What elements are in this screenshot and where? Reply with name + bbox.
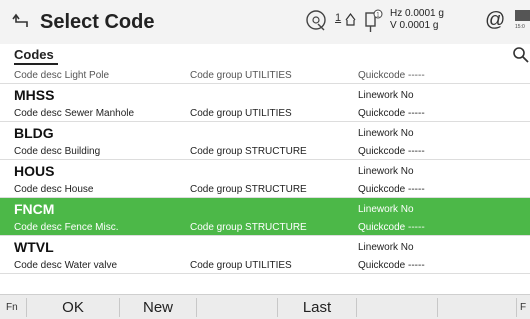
hz-v-readout: Hz 0.0001 g V 0.0001 g bbox=[390, 8, 444, 32]
linework: Linework No bbox=[358, 90, 414, 101]
softkey-empty-6[interactable] bbox=[438, 295, 516, 319]
f-key[interactable]: F bbox=[520, 295, 526, 319]
code-group: Code group STRUCTURE bbox=[190, 222, 307, 233]
tilt-sensor-icon[interactable]: 1 bbox=[362, 8, 384, 34]
code-desc: Code desc Sewer Manhole bbox=[14, 108, 135, 119]
linework: Linework No bbox=[358, 204, 414, 215]
code-desc: Code desc Water valve bbox=[14, 260, 118, 271]
code-name: FNCM bbox=[14, 201, 55, 217]
tab-codes[interactable]: Codes bbox=[14, 47, 54, 62]
code-name: HOUS bbox=[14, 163, 55, 179]
prism-indicator[interactable]: 1 bbox=[335, 10, 357, 32]
quickcode: Quickcode ----- bbox=[358, 184, 425, 195]
quickcode: Quickcode ----- bbox=[358, 146, 425, 157]
code-group: Code group UTILITIES bbox=[190, 260, 292, 271]
code-list[interactable]: Code desc Light Pole Code group UTILITIE… bbox=[0, 66, 530, 294]
linework: Linework No bbox=[358, 242, 414, 253]
code-group: Code group UTILITIES bbox=[190, 108, 292, 119]
hz-value: Hz 0.0001 g bbox=[390, 8, 444, 19]
battery-icon: 15:0 bbox=[515, 10, 530, 30]
search-icon[interactable] bbox=[512, 46, 530, 64]
at-icon[interactable]: @ bbox=[485, 9, 505, 32]
v-value: V 0.0001 g bbox=[390, 20, 439, 31]
code-desc: Code desc Building bbox=[14, 146, 101, 157]
prism-label: 1 bbox=[335, 12, 342, 24]
divider bbox=[516, 298, 517, 317]
list-item[interactable]: WTVL Code desc Water valve Code group UT… bbox=[0, 236, 530, 274]
list-item[interactable]: HOUS Code desc House Code group STRUCTUR… bbox=[0, 160, 530, 198]
code-group: Code group STRUCTURE bbox=[190, 184, 307, 195]
tab-underline bbox=[14, 63, 58, 65]
code-desc: Code desc Fence Misc. bbox=[14, 222, 119, 233]
quickcode: Quickcode ----- bbox=[358, 108, 425, 119]
linework: Linework No bbox=[358, 128, 414, 139]
title-bar: Select Code 1 1 Hz 0.0001 g V 0.0001 g @… bbox=[0, 0, 530, 44]
quickcode: Quickcode ----- bbox=[358, 222, 425, 233]
list-item[interactable]: BLDG Code desc Building Code group STRUC… bbox=[0, 122, 530, 160]
code-name: MHSS bbox=[14, 87, 55, 103]
back-icon[interactable] bbox=[12, 12, 32, 32]
quickcode: Quickcode ----- bbox=[358, 70, 425, 81]
ok-button[interactable]: OK bbox=[27, 295, 119, 319]
softkey-empty-3[interactable] bbox=[197, 295, 277, 319]
list-item[interactable]: MHSS Code desc Sewer Manhole Code group … bbox=[0, 84, 530, 122]
code-group: Code group STRUCTURE bbox=[190, 146, 307, 157]
fn-key[interactable]: Fn bbox=[6, 295, 18, 319]
softkey-empty-5[interactable] bbox=[357, 295, 437, 319]
linework: Linework No bbox=[358, 166, 414, 177]
code-group: Code group UTILITIES bbox=[190, 70, 292, 81]
new-button[interactable]: New bbox=[120, 295, 196, 319]
last-button[interactable]: Last bbox=[278, 295, 356, 319]
code-name: WTVL bbox=[14, 239, 54, 255]
list-item[interactable]: Code desc Light Pole Code group UTILITIE… bbox=[0, 66, 530, 84]
softkey-bar: Fn OK New Last F bbox=[0, 294, 530, 319]
prism-icon bbox=[345, 13, 356, 26]
page-title: Select Code bbox=[40, 11, 155, 33]
code-desc: Code desc House bbox=[14, 184, 94, 195]
code-name: BLDG bbox=[14, 125, 54, 141]
target-icon[interactable] bbox=[304, 8, 328, 32]
code-desc: Code desc Light Pole bbox=[14, 70, 110, 81]
list-item-selected[interactable]: FNCM Code desc Fence Misc. Code group ST… bbox=[0, 198, 530, 236]
tab-row: Codes bbox=[0, 44, 530, 66]
quickcode: Quickcode ----- bbox=[358, 260, 425, 271]
status-time: 15:0 bbox=[515, 24, 525, 30]
